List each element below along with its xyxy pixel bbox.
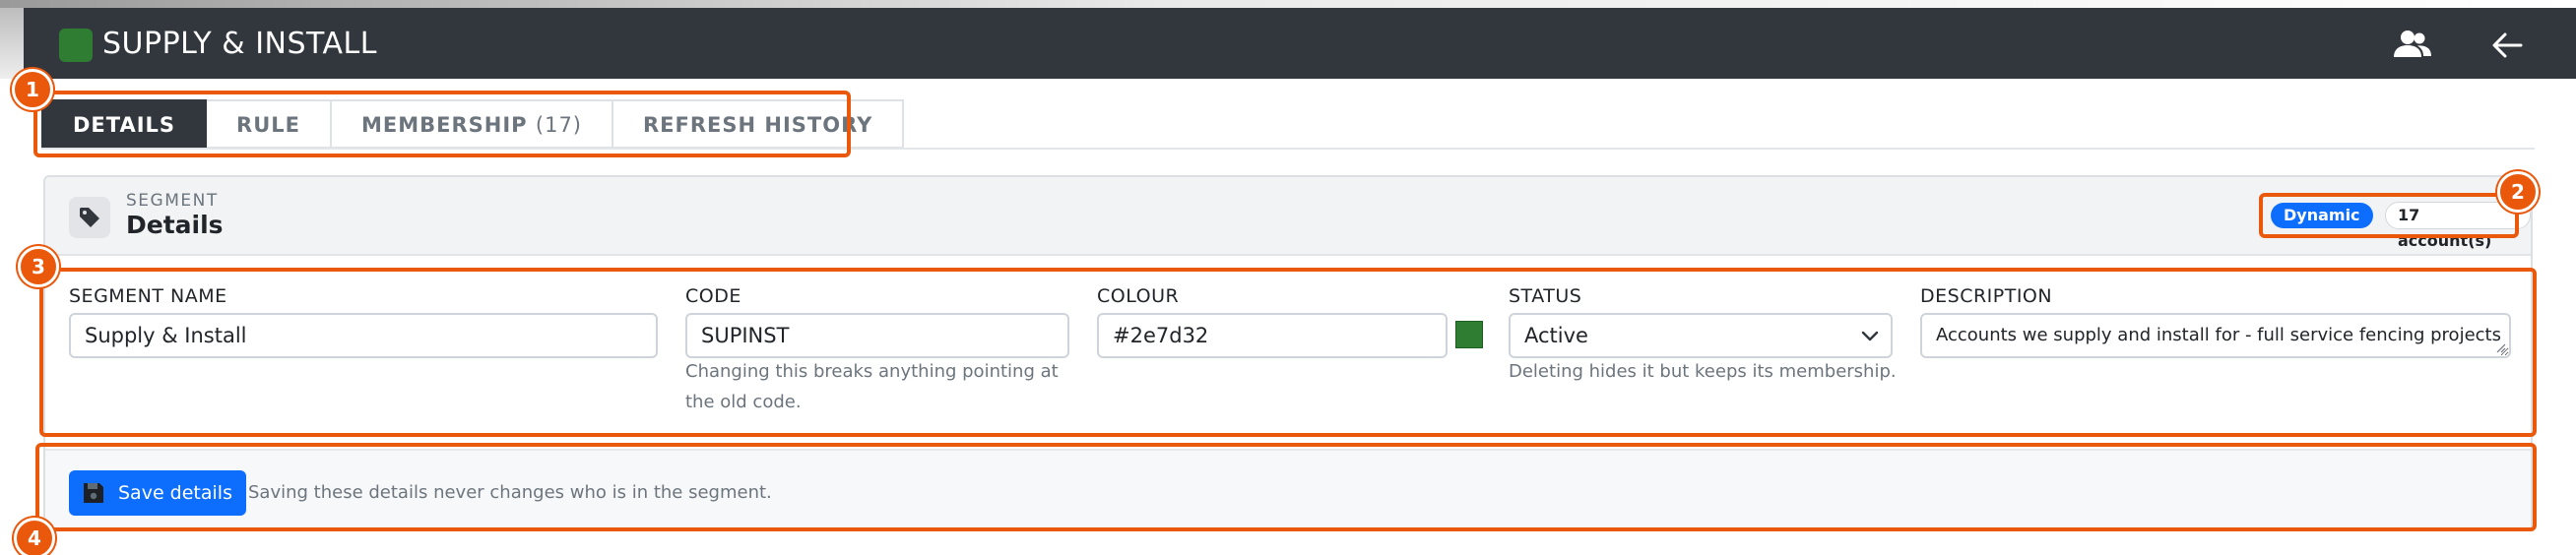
colour-label: COLOUR — [1097, 285, 1180, 307]
users-icon[interactable] — [2391, 24, 2434, 67]
status-label: STATUS — [1509, 285, 1582, 307]
segment-details-card: SEGMENT Details Dynamic 17 account(s) SE… — [43, 175, 2533, 531]
annotation-marker-3: 3 — [18, 246, 59, 287]
arrow-left-icon[interactable] — [2485, 24, 2529, 67]
tab-refresh-history[interactable]: REFRESH HISTORY — [613, 99, 905, 149]
tab-details[interactable]: DETAILS — [41, 99, 208, 149]
code-label: CODE — [685, 285, 741, 307]
tab-bar: DETAILS RULE MEMBERSHIP (17) REFRESH HIS… — [41, 99, 905, 149]
tab-membership[interactable]: MEMBERSHIP (17) — [332, 99, 613, 149]
tag-icon — [69, 197, 110, 238]
code-help: Changing this breaks anything pointing a… — [685, 361, 1059, 412]
tab-rule[interactable]: RULE — [207, 99, 332, 149]
dynamic-badge: Dynamic — [2271, 203, 2373, 228]
segment-name-input[interactable]: Supply & Install — [69, 313, 658, 358]
status-select[interactable]: Active — [1509, 313, 1893, 358]
status-help: Deleting hides it but keeps its membersh… — [1509, 361, 1897, 382]
chevron-down-icon — [1861, 331, 1879, 341]
save-details-button[interactable]: Save details — [69, 470, 246, 516]
card-header: SEGMENT Details Dynamic 17 account(s) — [45, 177, 2531, 256]
code-input[interactable]: SUPINST — [685, 313, 1069, 358]
resize-grip-icon[interactable] — [2496, 343, 2506, 353]
card-kicker: SEGMENT — [126, 191, 219, 211]
header-corner — [0, 8, 24, 79]
description-textarea[interactable]: Accounts we supply and install for - ful… — [1920, 313, 2511, 358]
annotation-marker-1: 1 — [12, 69, 53, 110]
annotation-marker-4: 4 — [14, 518, 55, 555]
header-edge — [0, 0, 2576, 8]
segment-colour-square — [59, 29, 93, 62]
membership-count: (17) — [535, 113, 582, 137]
colour-input[interactable]: #2e7d32 — [1097, 313, 1448, 358]
segment-name-label: SEGMENT NAME — [69, 285, 227, 307]
card-title: Details — [126, 211, 224, 239]
card-footer: Save details Saving these details never … — [45, 449, 2531, 529]
save-note: Saving these details never changes who i… — [248, 482, 772, 503]
page-title: SUPPLY & INSTALL — [102, 27, 377, 61]
annotation-marker-2: 2 — [2497, 171, 2539, 213]
floppy-disk-icon — [84, 483, 103, 503]
description-label: DESCRIPTION — [1920, 285, 2053, 307]
app-header — [0, 0, 2576, 79]
colour-swatch[interactable] — [1455, 321, 1483, 348]
tabs-divider — [41, 148, 2535, 150]
